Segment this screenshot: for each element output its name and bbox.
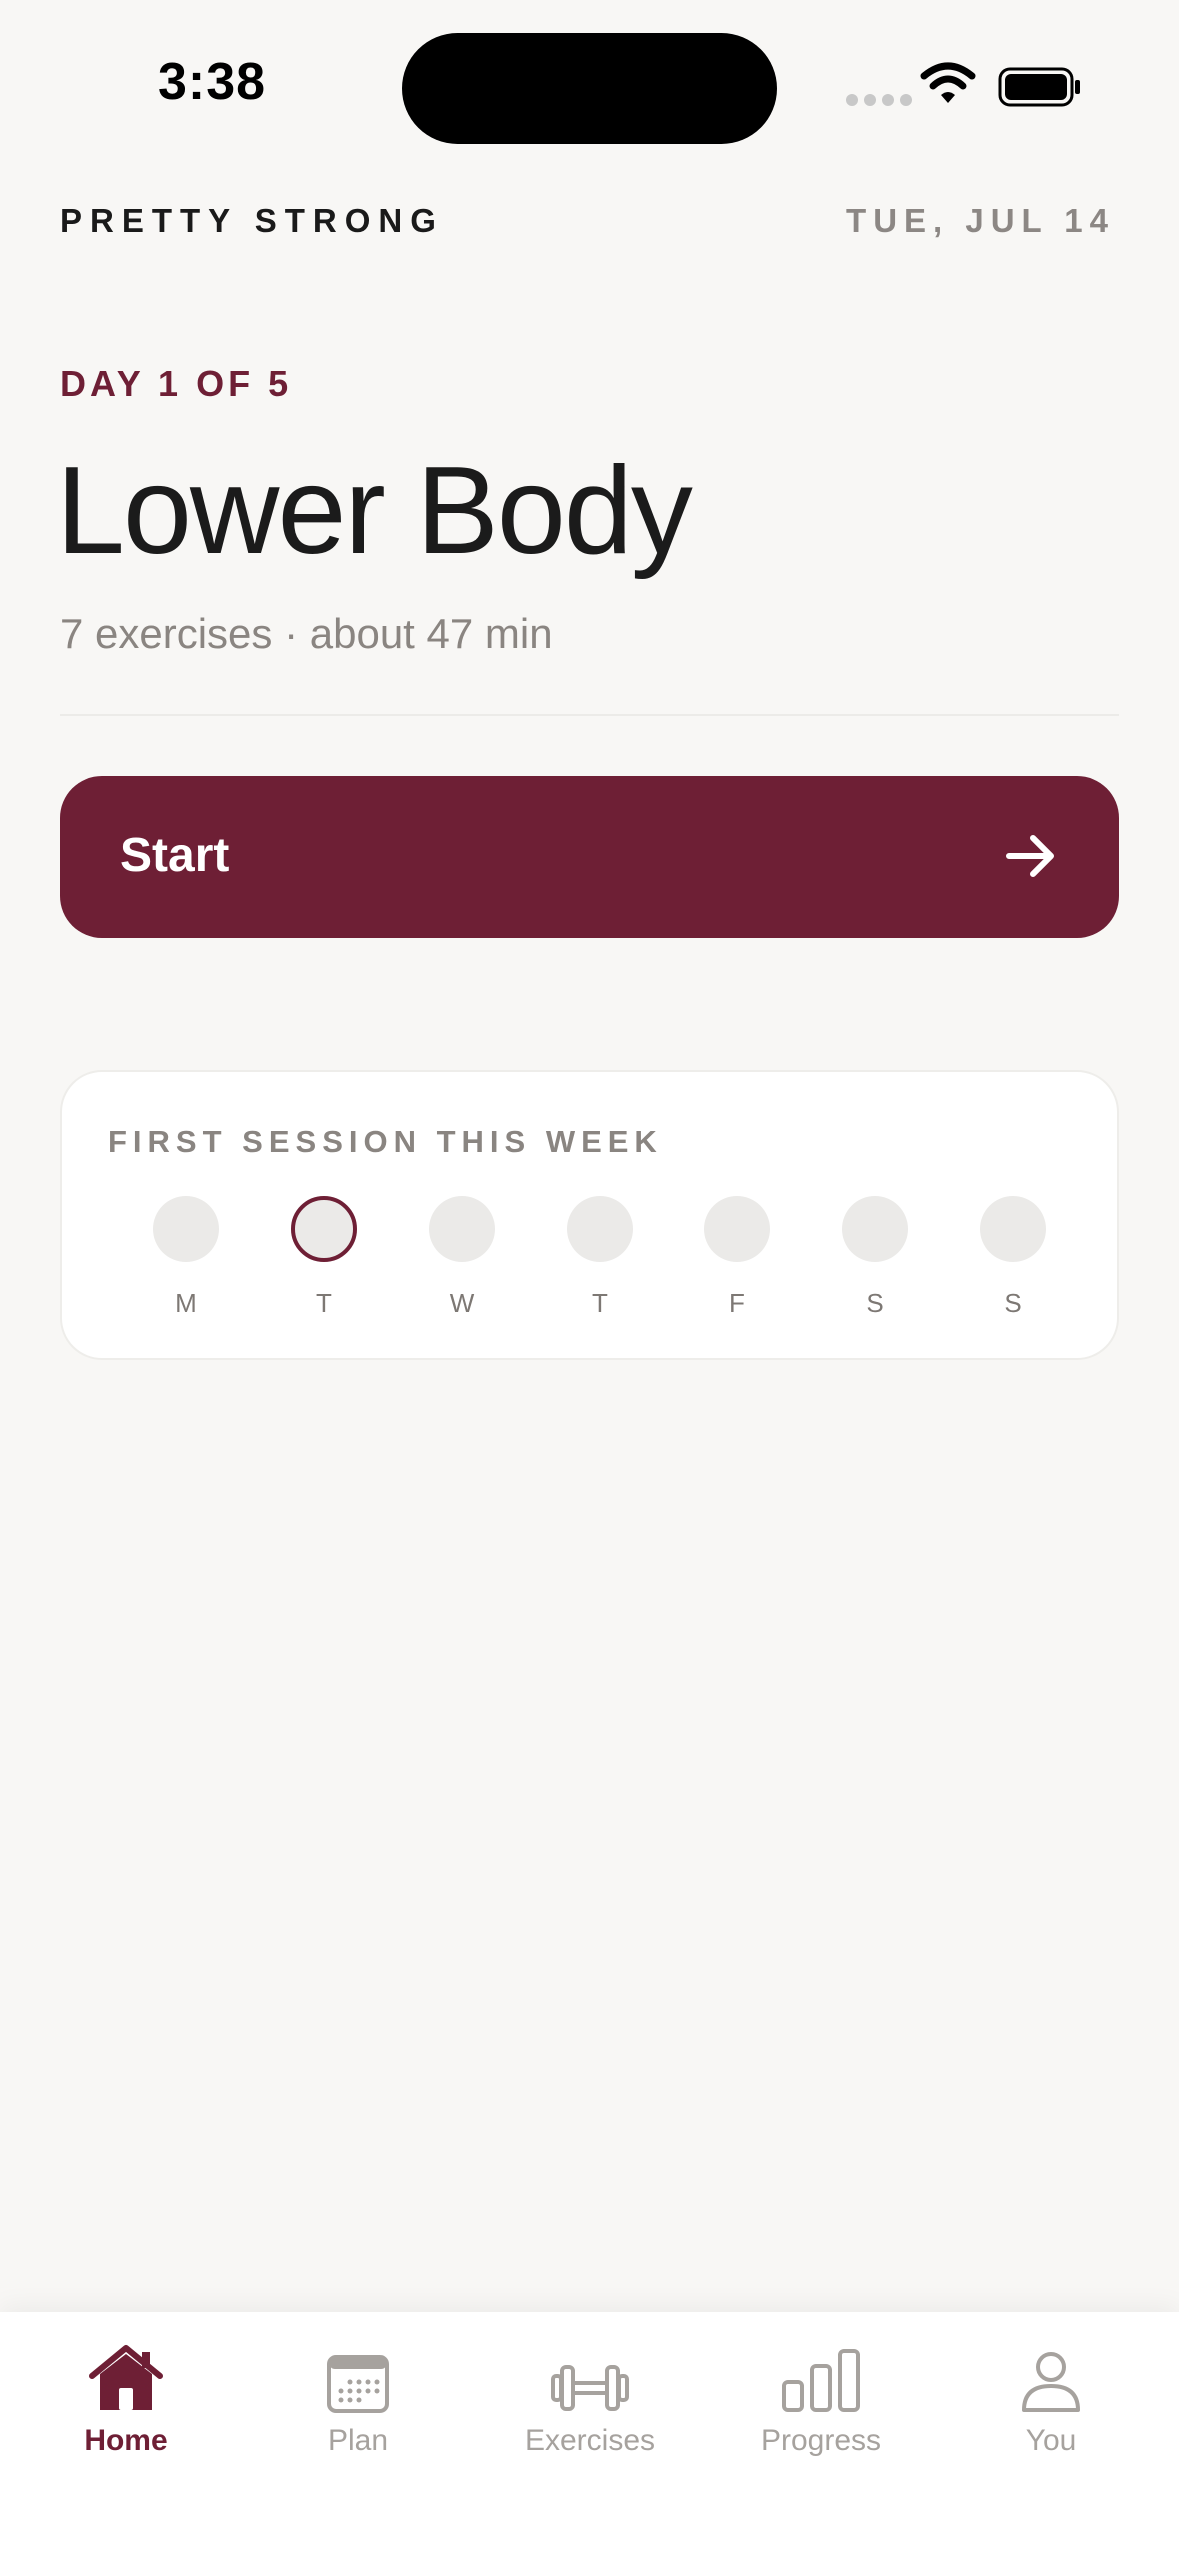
day-indicator bbox=[842, 1196, 908, 1262]
wifi-icon bbox=[920, 62, 976, 103]
status-time: 3:38 bbox=[158, 53, 267, 111]
day-indicator bbox=[980, 1196, 1046, 1262]
tab-label: You bbox=[1025, 2424, 1077, 2457]
day-letter: S bbox=[1004, 1288, 1022, 1318]
day-monday: M bbox=[136, 1196, 236, 1319]
tab-you[interactable]: You bbox=[951, 2332, 1151, 2458]
cellular-signal-icon bbox=[846, 94, 912, 106]
dumbbell-icon bbox=[551, 2365, 629, 2411]
day-indicator bbox=[153, 1196, 219, 1262]
workout-title: Lower Body bbox=[56, 442, 693, 580]
day-letter: S bbox=[866, 1288, 884, 1318]
arrow-right-icon bbox=[1006, 835, 1054, 877]
calendar-icon bbox=[327, 2355, 389, 2413]
week-card-title: FIRST SESSION THIS WEEK bbox=[108, 1124, 663, 1159]
home-icon bbox=[89, 2345, 163, 2410]
day-thursday: T bbox=[550, 1196, 650, 1319]
day-tuesday: T bbox=[274, 1196, 374, 1319]
tab-label: Exercises bbox=[524, 2424, 656, 2457]
day-letter: M bbox=[175, 1288, 197, 1318]
tab-label: Plan bbox=[327, 2424, 389, 2457]
day-letter: F bbox=[729, 1288, 745, 1318]
day-indicator-today bbox=[291, 1196, 357, 1262]
divider bbox=[60, 714, 1119, 716]
day-indicator bbox=[567, 1196, 633, 1262]
person-icon bbox=[1022, 2352, 1080, 2412]
tab-bar: Home Plan Exercises Progress You bbox=[0, 2312, 1179, 2556]
current-date: TUE, JUL 14 bbox=[846, 202, 1115, 239]
day-wednesday: W bbox=[412, 1196, 512, 1319]
day-sunday: S bbox=[963, 1196, 1063, 1319]
day-friday: F bbox=[687, 1196, 787, 1319]
day-letter: T bbox=[592, 1288, 608, 1318]
day-saturday: S bbox=[825, 1196, 925, 1319]
tab-label: Progress bbox=[760, 2424, 882, 2457]
day-letter: W bbox=[449, 1288, 475, 1318]
tab-home[interactable]: Home bbox=[26, 2332, 226, 2458]
tab-progress[interactable]: Progress bbox=[721, 2332, 921, 2458]
start-button-label: Start bbox=[120, 829, 230, 882]
day-indicator bbox=[704, 1196, 770, 1262]
app-brand: PRETTY STRONG bbox=[60, 202, 444, 239]
program-day-label: DAY 1 OF 5 bbox=[60, 363, 293, 404]
weekly-sessions-card: FIRST SESSION THIS WEEK M T W T F S S bbox=[60, 1070, 1119, 1360]
tab-exercises[interactable]: Exercises bbox=[490, 2332, 690, 2458]
workout-summary: 7 exercises · about 47 min bbox=[60, 610, 553, 657]
day-letter: T bbox=[316, 1288, 332, 1318]
bar-chart-icon bbox=[782, 2349, 860, 2412]
battery-icon bbox=[998, 67, 1080, 107]
start-workout-button[interactable]: Start bbox=[60, 776, 1119, 938]
day-indicator bbox=[429, 1196, 495, 1262]
tab-label: Home bbox=[84, 2424, 168, 2457]
tab-plan[interactable]: Plan bbox=[258, 2332, 458, 2458]
dynamic-island bbox=[402, 33, 777, 144]
status-bar: 3:38 bbox=[0, 0, 1179, 170]
